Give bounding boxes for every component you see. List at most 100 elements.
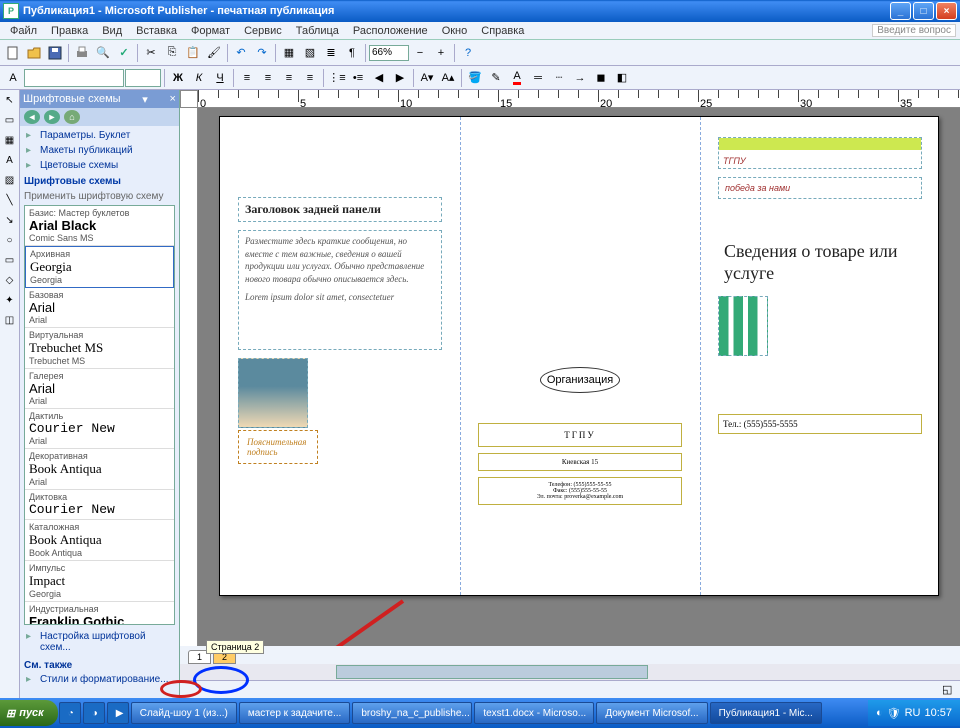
canvas[interactable]: Заголовок задней панели Разместите здесь… [198,108,960,646]
design-gallery-tool[interactable]: ◫ [2,312,18,328]
help-button[interactable]: ? [458,43,478,63]
taskbar-item-4[interactable]: texst1.docx - Microso... [474,702,594,724]
menu-window[interactable]: Окно [436,24,474,38]
font-scheme-item[interactable]: БазоваяArialArial [25,288,174,328]
horizontal-scrollbar[interactable] [180,664,960,680]
tray-icon[interactable]: 🛡 [887,707,901,720]
font-scheme-item[interactable]: ИндустриальнаяFranklin Gothic ...Frankli… [25,602,174,625]
table-tool[interactable]: ▦ [2,132,18,148]
spelling-button[interactable]: ✓ [114,43,134,63]
back-heading-textbox[interactable]: Заголовок задней панели [238,197,442,222]
menu-insert[interactable]: Вставка [130,24,183,38]
close-button[interactable]: × [936,2,957,20]
3d-button[interactable]: ◧ [612,68,632,88]
cut-button[interactable]: ✂ [141,43,161,63]
print-preview-button[interactable]: 🔍 [93,43,113,63]
font-family-dropdown[interactable] [24,69,124,87]
company-box[interactable]: ТГПУ [478,423,682,447]
caption-textbox[interactable]: Пояснительная подпись [238,430,318,464]
special-chars-button[interactable]: ¶ [342,43,362,63]
increase-indent-button[interactable]: ▶ [390,68,410,88]
decrease-font-button[interactable]: A▾ [417,68,437,88]
taskpane-dropdown-icon[interactable]: ▾ [142,93,148,106]
menu-file[interactable]: Файл [4,24,43,38]
taskbar-item-2[interactable]: мастер к задачите... [239,702,350,724]
quicklaunch-3[interactable]: ▶ [107,702,129,724]
rectangle-tool[interactable]: ▭ [2,252,18,268]
zoom-in-button[interactable]: + [431,43,451,63]
font-size-dropdown[interactable] [125,69,161,87]
quicklaunch-2[interactable]: ◑ [83,702,105,724]
taskbar-item-1[interactable]: Слайд-шоу 1 (из...) [131,702,237,724]
bookmark-tool[interactable]: ✦ [2,292,18,308]
address-box[interactable]: Киевская 15 [478,453,682,471]
fill-color-button[interactable]: 🪣 [465,68,485,88]
nav-forward-icon[interactable]: ► [44,110,60,124]
print-button[interactable] [72,43,92,63]
front-image-placeholder[interactable] [718,296,768,356]
oval-tool[interactable]: ○ [2,232,18,248]
new-button[interactable] [3,43,23,63]
vertical-ruler[interactable] [180,108,198,646]
taskbar-item-5[interactable]: Документ Microsof... [596,702,707,724]
clock[interactable]: 10:57 [924,707,952,719]
line-color-button[interactable]: ✎ [486,68,506,88]
font-scheme-item[interactable]: АрхивнаяGeorgiaGeorgia [25,246,174,288]
arrow-tool[interactable]: ↘ [2,212,18,228]
arrow-style-button[interactable]: → [570,68,590,88]
wordart-tool[interactable]: A [2,152,18,168]
align-left-button[interactable]: ≡ [237,68,257,88]
undo-button[interactable]: ↶ [231,43,251,63]
language-indicator[interactable]: RU [905,707,921,719]
justify-button[interactable]: ≡ [300,68,320,88]
contact-box[interactable]: Телефон: (555)555-55-55 Факс: (555)555-5… [478,477,682,505]
bold-button[interactable]: Ж [168,68,188,88]
redo-button[interactable]: ↷ [252,43,272,63]
line-style-button[interactable]: ═ [528,68,548,88]
page[interactable]: Заголовок задней панели Разместите здесь… [219,116,939,596]
help-ask-input[interactable]: Введите вопрос [872,24,956,37]
taskpane-link-customize[interactable]: Настройка шрифтовой схем... [24,629,175,655]
align-center-button[interactable]: ≡ [258,68,278,88]
shadow-button[interactable]: ◼ [591,68,611,88]
font-scheme-item[interactable]: ДиктовкаCourier New [25,490,174,520]
taskpane-close-icon[interactable]: × [170,93,176,105]
pointer-tool[interactable]: ↖ [2,92,18,108]
autoshapes-tool[interactable]: ◇ [2,272,18,288]
save-button[interactable] [45,43,65,63]
font-scheme-item[interactable]: Базис: Мастер буклетовArial BlackComic S… [25,206,174,246]
nav-home-icon[interactable]: ⌂ [64,110,80,124]
font-scheme-item[interactable]: ВиртуальнаяTrebuchet MSTrebuchet MS [25,328,174,369]
numbering-button[interactable]: ⋮≡ [327,68,347,88]
tel-box[interactable]: Тел.: (555)555-5555 [718,414,922,434]
send-back-button[interactable]: ▧ [300,43,320,63]
taskbar-item-3[interactable]: broshy_na_c_publishe... [352,702,472,724]
underline-button[interactable]: Ч [210,68,230,88]
font-scheme-item[interactable]: ДактильCourier NewArial [25,409,174,449]
textbox-tool[interactable]: ▭ [2,112,18,128]
menu-edit[interactable]: Правка [45,24,94,38]
menu-view[interactable]: Вид [96,24,128,38]
align-right-button[interactable]: ≡ [279,68,299,88]
decrease-indent-button[interactable]: ◀ [369,68,389,88]
format-painter-button[interactable]: 🖌 [204,43,224,63]
menu-help[interactable]: Справка [475,24,530,38]
open-button[interactable] [24,43,44,63]
menu-table[interactable]: Таблица [290,24,345,38]
minimize-button[interactable]: _ [890,2,911,20]
menu-format[interactable]: Формат [185,24,236,38]
taskpane-link-colors[interactable]: Цветовые схемы [24,158,175,173]
font-color-button[interactable]: A [507,68,527,88]
line-tool[interactable]: ╲ [2,192,18,208]
zoom-input[interactable] [369,45,409,61]
taskbar-item-active[interactable]: Публикация1 - Mic... [710,702,822,724]
taskpane-link-layouts[interactable]: Макеты публикаций [24,143,175,158]
paste-button[interactable]: 📋 [183,43,203,63]
font-scheme-item[interactable]: ИмпульсImpactGeorgia [25,561,174,602]
font-scheme-item[interactable]: КаталожнаяBook AntiquaBook Antiqua [25,520,174,561]
back-image-placeholder[interactable] [238,358,308,428]
quicklaunch-1[interactable]: ◔ [59,702,81,724]
font-scheme-item[interactable]: ГалереяArialArial [25,369,174,409]
styles-button[interactable]: A [3,68,23,88]
back-body-textbox[interactable]: Разместите здесь краткие сообщения, но в… [238,230,442,350]
